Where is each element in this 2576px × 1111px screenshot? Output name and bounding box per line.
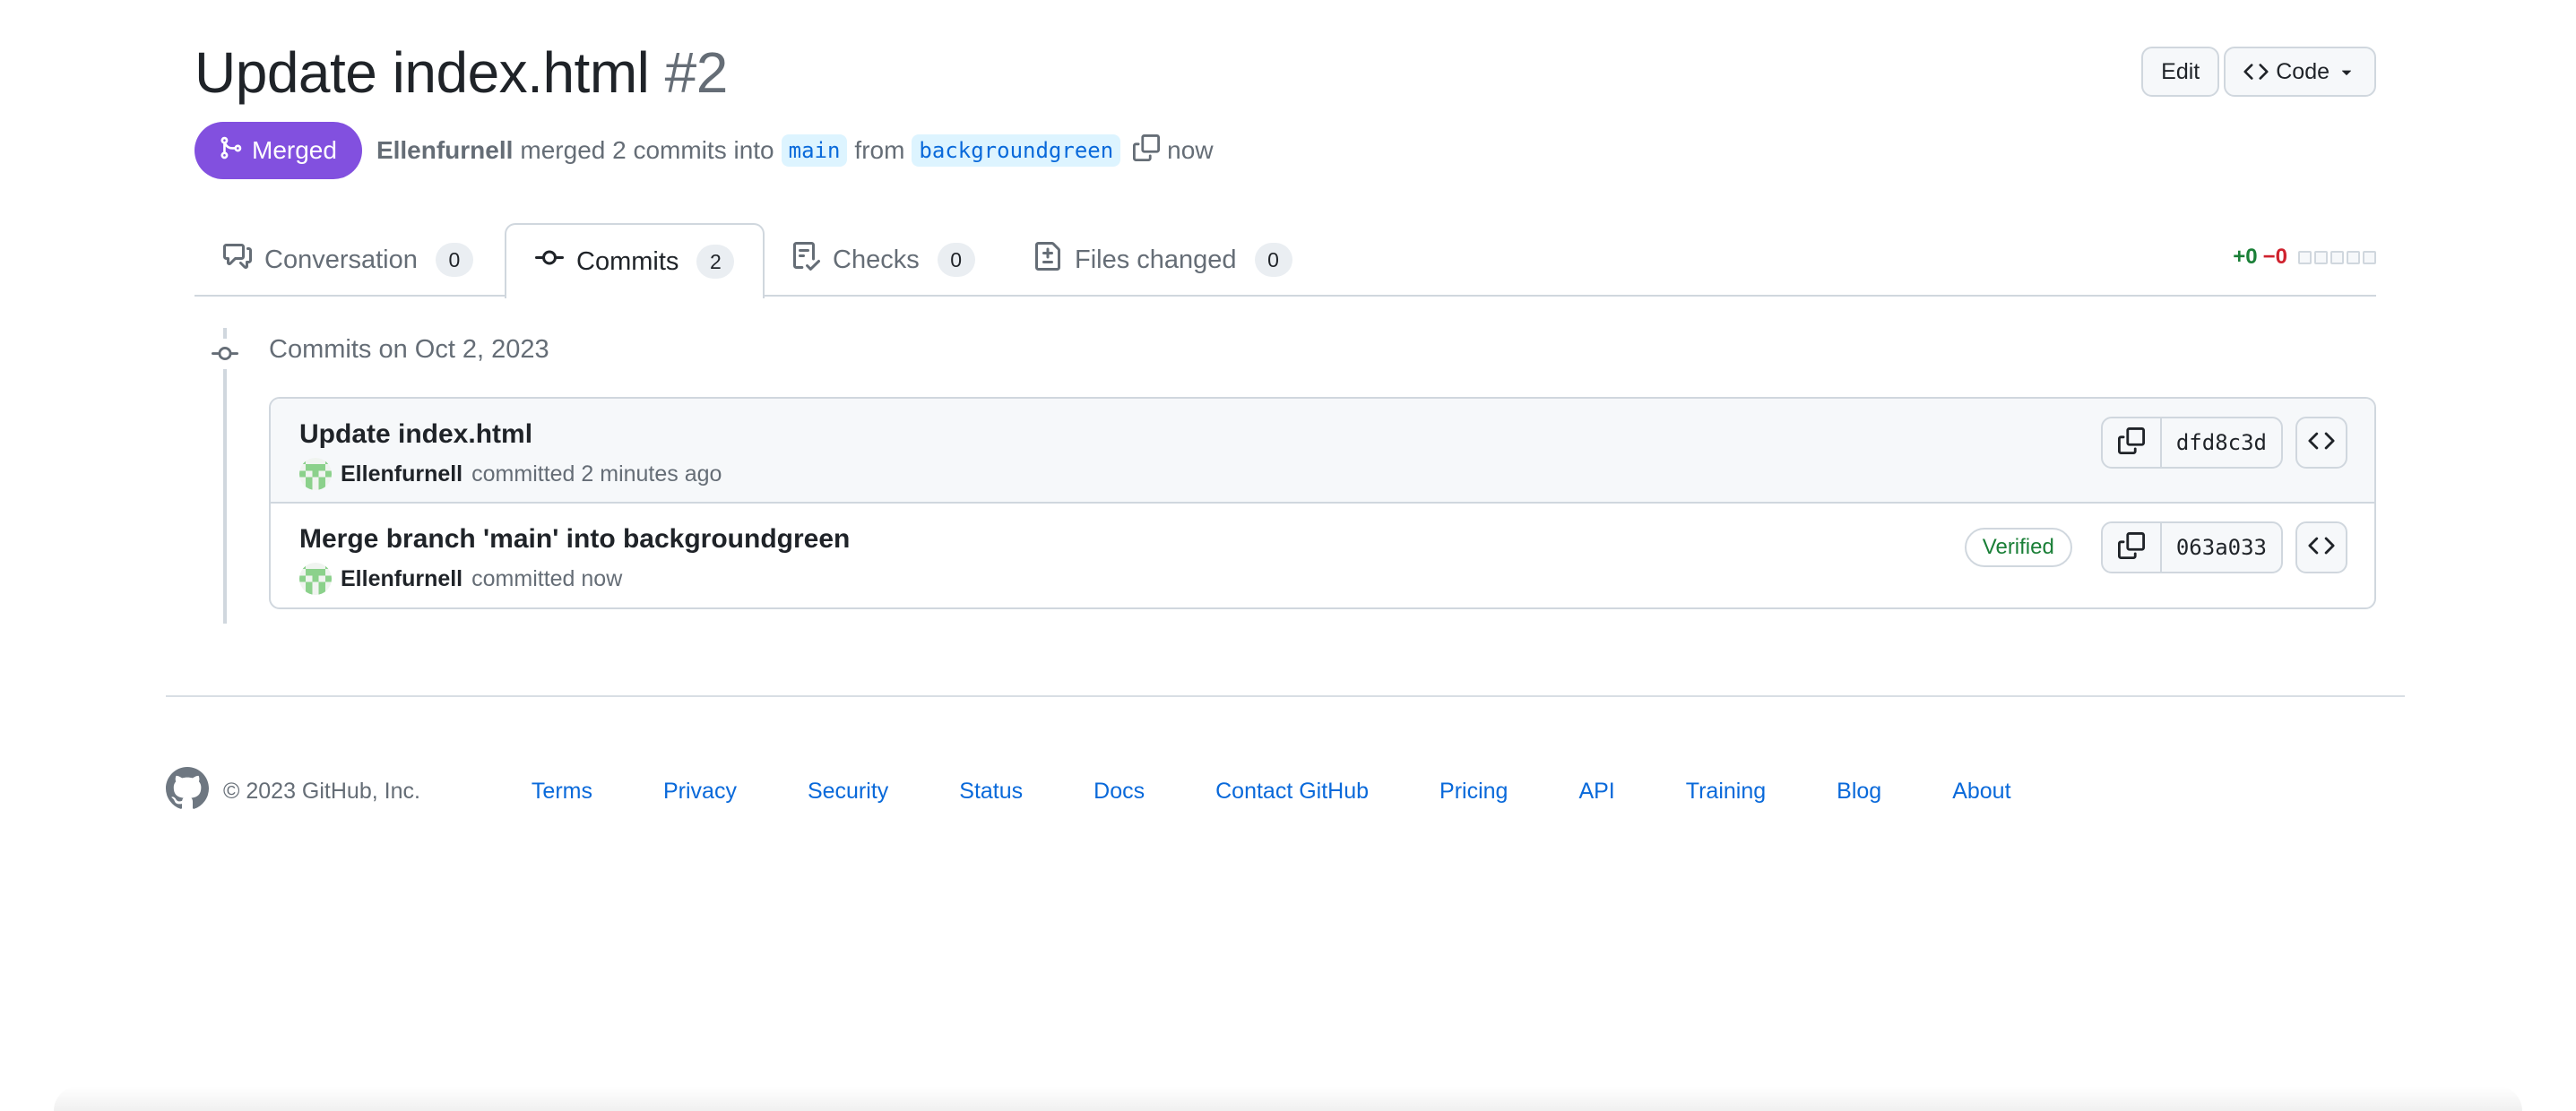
verified-badge[interactable]: Verified (1964, 528, 2072, 567)
footer-link-api[interactable]: API (1578, 779, 1614, 805)
footer: © 2023 GitHub, Inc. Terms Privacy Securi… (166, 766, 2082, 816)
triangle-down-icon (2337, 62, 2356, 82)
tab-conversation[interactable]: Conversation 0 (194, 223, 502, 297)
tab-files-changed-count: 0 (1254, 243, 1292, 277)
edit-button[interactable]: Edit (2141, 47, 2220, 97)
commit-info: Merge branch 'main' into backgroundgreen… (299, 521, 850, 595)
pr-author-link[interactable]: Ellenfurnell (376, 136, 513, 165)
sha-button-group: 063a033 (2100, 521, 2283, 573)
base-branch[interactable]: main (781, 134, 848, 167)
footer-copyright: © 2023 GitHub, Inc. (223, 778, 420, 804)
commit-info: Update index.html Ellenfurnell committed… (299, 417, 722, 490)
footer-link-docs[interactable]: Docs (1094, 779, 1145, 805)
copy-icon (2117, 531, 2145, 564)
footer-link-pricing[interactable]: Pricing (1439, 779, 1508, 805)
diffstat: +0 −0 (2233, 245, 2376, 270)
bottom-shadow (54, 1086, 2522, 1111)
pr-meta: Merged Ellenfurnell merged 2 commits int… (194, 122, 1214, 179)
commit-author-link[interactable]: Ellenfurnell (341, 461, 462, 487)
commit-group-icon (210, 339, 240, 369)
footer-link-training[interactable]: Training (1686, 779, 1766, 805)
commit-action: committed now (471, 565, 623, 591)
tab-files-changed-label: Files changed (1075, 245, 1237, 274)
diffstat-deletions: −0 (2262, 245, 2287, 269)
commit-row: Update index.html Ellenfurnell committed… (271, 399, 2374, 504)
commit-actions: dfd8c3d (2100, 417, 2347, 469)
commit-sha-link[interactable]: dfd8c3d (2162, 418, 2281, 467)
code-icon (2243, 59, 2269, 84)
comment-discussion-icon (223, 242, 252, 278)
commit-meta: Ellenfurnell committed 2 minutes ago (299, 458, 722, 490)
tab-conversation-label: Conversation (264, 245, 418, 274)
diffstat-block (2330, 250, 2344, 264)
commit-action: committed 2 minutes ago (471, 461, 722, 487)
diffstat-block (2347, 250, 2360, 264)
code-icon (2308, 532, 2335, 564)
diffstat-block (2363, 250, 2376, 264)
merged-badge-label: Merged (252, 136, 337, 164)
merged-badge: Merged (194, 122, 362, 179)
diffstat-block (2298, 250, 2312, 264)
pr-action-text: merged 2 commits into (520, 136, 774, 164)
tab-commits[interactable]: Commits 2 (505, 223, 765, 298)
commit-list: Update index.html Ellenfurnell committed… (269, 397, 2376, 609)
diffstat-blocks (2298, 250, 2376, 264)
github-logo-icon[interactable] (166, 766, 209, 816)
code-icon (2308, 427, 2335, 459)
copy-branch-button[interactable] (1133, 133, 1161, 168)
copy-icon (1133, 133, 1161, 168)
footer-link-security[interactable]: Security (808, 779, 888, 805)
checklist-icon (791, 242, 821, 278)
tab-commits-count: 2 (696, 245, 735, 279)
tab-checks[interactable]: Checks 0 (763, 223, 1004, 297)
copy-sha-button[interactable] (2103, 418, 2162, 467)
commit-meta: Ellenfurnell committed now (299, 563, 850, 595)
edit-button-label: Edit (2161, 58, 2200, 84)
diffstat-additions: +0 (2233, 245, 2258, 269)
timeline-line (223, 328, 227, 624)
diffstat-block (2314, 250, 2328, 264)
tab-commits-label: Commits (576, 246, 679, 276)
copy-sha-button[interactable] (2103, 523, 2162, 572)
tab-conversation-count: 0 (435, 243, 473, 277)
browse-repo-button[interactable] (2295, 417, 2347, 469)
git-commit-icon (535, 244, 564, 280)
avatar[interactable] (299, 458, 332, 490)
footer-link-status[interactable]: Status (959, 779, 1023, 805)
git-merge-icon (218, 135, 243, 167)
footer-link-contact[interactable]: Contact GitHub (1215, 779, 1369, 805)
tab-files-changed[interactable]: Files changed 0 (1005, 223, 1321, 297)
commit-message-link[interactable]: Update index.html (299, 417, 722, 452)
footer-link-terms[interactable]: Terms (532, 779, 592, 805)
pr-title-text: Update index.html (194, 40, 650, 105)
copy-icon (2117, 426, 2145, 459)
code-button[interactable]: Code (2224, 47, 2376, 97)
pr-number: #2 (664, 40, 729, 105)
commit-message-link[interactable]: Merge branch 'main' into backgroundgreen (299, 521, 850, 557)
commit-sha-link[interactable]: 063a033 (2162, 523, 2281, 572)
footer-link-blog[interactable]: Blog (1837, 779, 1881, 805)
tab-checks-count: 0 (937, 243, 975, 277)
commit-row: Merge branch 'main' into backgroundgreen… (271, 504, 2374, 607)
head-branch[interactable]: backgroundgreen (912, 134, 1121, 167)
footer-divider (166, 695, 2405, 697)
commit-actions: Verified 063a033 (1964, 521, 2347, 573)
page-title: Update index.html #2 (194, 36, 2376, 109)
from-text: from (854, 136, 905, 164)
pr-time: now (1167, 136, 1214, 164)
pr-tabs: Conversation 0 Commits 2 Checks 0 Files … (194, 223, 2376, 298)
file-diff-icon (1033, 242, 1062, 278)
commit-author-link[interactable]: Ellenfurnell (341, 566, 462, 592)
footer-link-privacy[interactable]: Privacy (663, 779, 737, 805)
header-actions: Edit Code (2141, 47, 2376, 97)
commit-group-title: Commits on Oct 2, 2023 (269, 335, 549, 364)
pr-header: Update index.html #2 Edit Code (194, 36, 2376, 109)
code-button-label: Code (2276, 58, 2330, 84)
sha-button-group: dfd8c3d (2100, 417, 2283, 469)
footer-link-about[interactable]: About (1952, 779, 2010, 805)
avatar[interactable] (299, 563, 332, 595)
browse-repo-button[interactable] (2295, 521, 2347, 573)
tab-checks-label: Checks (833, 245, 920, 274)
footer-links: Terms Privacy Security Status Docs Conta… (532, 779, 2082, 805)
